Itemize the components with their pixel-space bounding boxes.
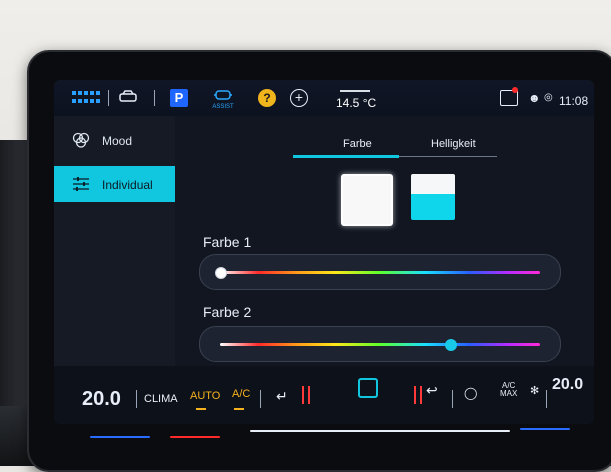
sliders-icon <box>73 177 89 191</box>
user-icon[interactable]: ☻ <box>528 91 541 105</box>
color1-slider-thumb[interactable] <box>215 267 227 279</box>
dash-light-blue-right <box>520 428 570 430</box>
swatch-top-color <box>411 174 455 194</box>
ac-active-indicator <box>234 408 244 410</box>
seat-heat-right-icon[interactable]: ↩ <box>426 382 438 399</box>
steering-heat-icon[interactable]: ◯ <box>464 386 477 400</box>
tab-farbe[interactable]: Farbe <box>343 138 372 150</box>
auto-button[interactable]: AUTO <box>190 390 220 402</box>
assist-label: ASSIST <box>212 104 234 110</box>
fan-icon[interactable]: ✻ <box>530 384 539 397</box>
assist-icon[interactable]: ASSIST <box>210 88 236 110</box>
recirculation-button[interactable] <box>358 378 378 398</box>
tab-helligkeit[interactable]: Helligkeit <box>431 138 476 150</box>
divider <box>546 390 547 408</box>
seat-heat-left-icon[interactable]: ↵ <box>276 388 288 405</box>
temperature-indicator-line <box>340 90 370 92</box>
divider <box>136 390 137 408</box>
dash-light-red <box>170 436 220 438</box>
outside-temperature: 14.5 °C <box>336 96 377 110</box>
clima-button[interactable]: CLIMA <box>144 393 178 405</box>
help-icon[interactable]: ? <box>258 89 276 107</box>
sidebar: Mood Individual <box>54 116 175 366</box>
dashboard-ambient-lights <box>90 428 570 442</box>
car-icon[interactable] <box>118 90 138 104</box>
sidebar-item-label: Individual <box>102 178 153 192</box>
divider <box>108 90 109 106</box>
sidebar-item-individual[interactable]: Individual <box>54 166 175 202</box>
divider <box>260 390 261 408</box>
color-preset-white-cyan[interactable] <box>411 174 455 220</box>
driver-temperature[interactable]: 20.0 <box>82 388 121 411</box>
ac-max-bottom-label: MAX <box>500 389 518 398</box>
dash-light-white <box>250 430 510 432</box>
climate-bar: 20.0 CLIMA AUTO A/C ↵ ↩ ◯ A/C MAX ✻ 20.0 <box>54 366 594 424</box>
ac-max-button[interactable]: A/C MAX <box>500 382 517 398</box>
apps-grid-icon[interactable] <box>72 91 102 105</box>
heat-level-left <box>302 386 310 404</box>
divider <box>452 390 453 408</box>
parking-icon[interactable]: P <box>170 89 188 107</box>
divider <box>154 90 155 106</box>
swatch-bottom-color <box>411 194 455 220</box>
color1-label: Farbe 1 <box>203 234 252 250</box>
color-preset-white[interactable] <box>341 174 393 226</box>
auto-active-indicator <box>196 408 206 410</box>
color-spectrum <box>220 271 540 274</box>
passenger-temperature[interactable]: 20.0 <box>552 376 583 394</box>
ac-button[interactable]: A/C <box>232 388 250 400</box>
clock: 11:08 <box>559 94 589 108</box>
color2-slider[interactable] <box>199 326 561 362</box>
color2-label: Farbe 2 <box>203 304 252 320</box>
status-bar: P ASSIST ? + 14.5 °C ☻ ◎ 11:08 <box>54 80 594 116</box>
mood-icon <box>72 132 90 148</box>
add-icon[interactable]: + <box>290 89 308 107</box>
ambient-light-panel: Farbe Helligkeit Farbe 1 Farbe 2 <box>175 116 594 366</box>
sidebar-item-label: Mood <box>102 134 133 148</box>
active-tab-indicator <box>293 155 399 158</box>
color2-slider-thumb[interactable] <box>445 339 458 351</box>
infotainment-screen: P ASSIST ? + 14.5 °C ☻ ◎ 11:08 Mood Indi… <box>54 80 594 424</box>
color-spectrum <box>220 343 540 346</box>
sidebar-item-mood[interactable]: Mood <box>54 122 175 158</box>
heat-level-right <box>414 386 422 404</box>
dash-light-blue <box>90 436 150 438</box>
globe-icon: ◎ <box>544 92 553 103</box>
color1-slider[interactable] <box>199 254 561 290</box>
notification-dot <box>512 87 518 93</box>
